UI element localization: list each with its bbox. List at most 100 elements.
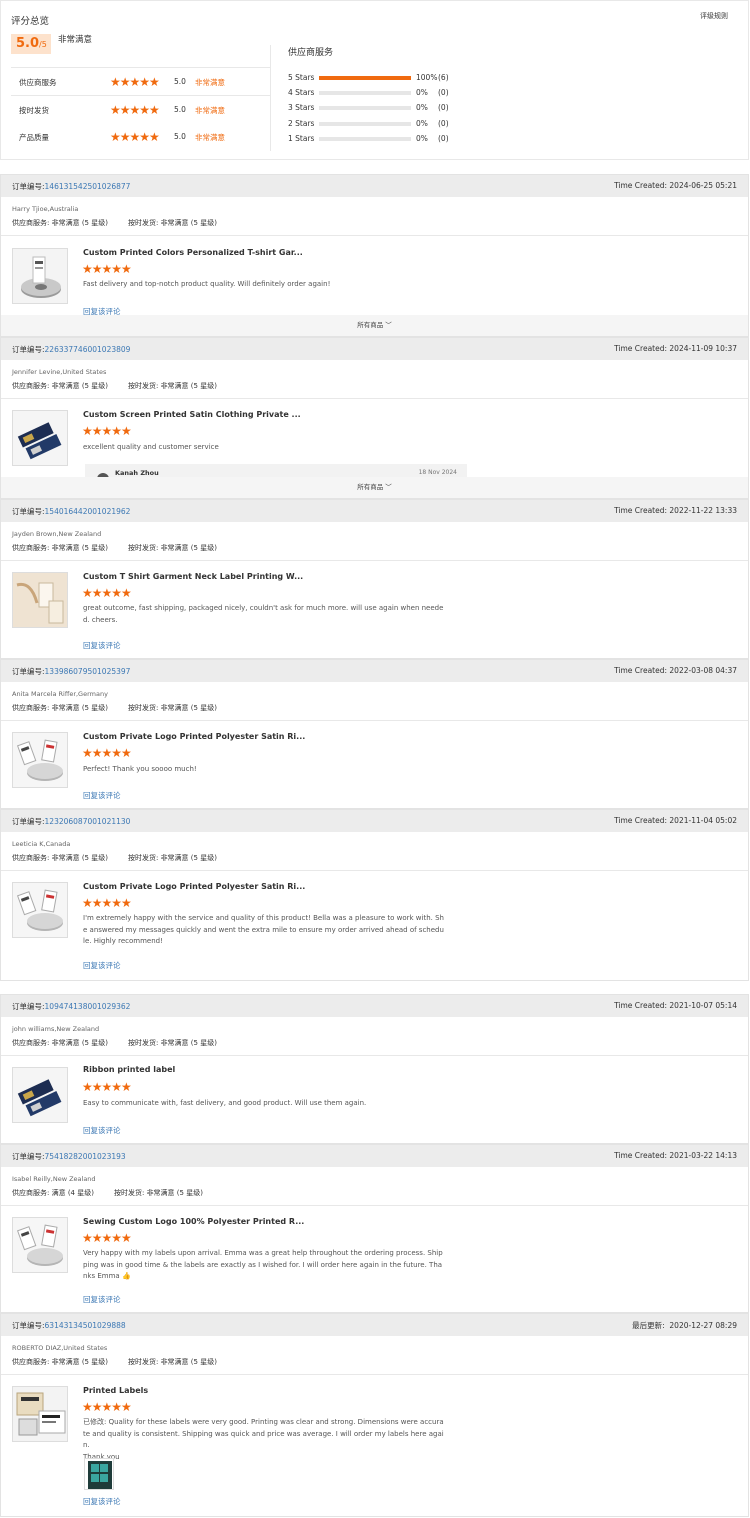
order-number-label: 订单编号:	[12, 1002, 45, 1011]
rating-rules-link[interactable]: 评级规则	[700, 11, 728, 21]
distribution-percent: 0%	[416, 134, 428, 143]
product-title[interactable]: Sewing Custom Logo 100% Polyester Printe…	[83, 1217, 304, 1226]
distribution-count: (0)	[438, 88, 449, 97]
supplier-service-value: 非常满意	[51, 1358, 80, 1366]
order-number-link[interactable]: 109474138001029362	[45, 1002, 131, 1011]
review-card: 订单编号:133986079501025397 Time Created: 20…	[0, 659, 749, 809]
order-number: 订单编号:133986079501025397	[12, 666, 130, 677]
review-stars-icon: ★★★★★	[82, 1231, 132, 1245]
review-text: Fast delivery and top-notch product qual…	[83, 280, 331, 288]
review-time: Time Created: 2024-06-25 05:21	[614, 181, 737, 190]
reviewer-name: Harry Tjioe,Australia	[12, 205, 79, 213]
overall-score-unit: /5	[39, 40, 47, 49]
time-value: 2024-06-25 05:21	[669, 181, 737, 190]
review-stars-icon: ★★★★★	[82, 896, 132, 910]
review-stars-icon: ★★★★★	[82, 424, 132, 438]
review-time: Time Created: 2024-11-09 10:37	[614, 344, 737, 353]
review-header: 订单编号:63143134501029888 最后更新: 2020-12-27 …	[1, 1314, 748, 1336]
review-card: 订单编号:146131542501026877 Time Created: 20…	[0, 174, 749, 337]
product-thumbnail[interactable]	[12, 1067, 68, 1123]
order-number-label: 订单编号:	[12, 507, 45, 516]
order-number-link[interactable]: 226337746001023809	[45, 345, 131, 354]
supplier-service-value: 非常满意	[51, 854, 80, 862]
review-time: Time Created: 2021-11-04 05:02	[614, 816, 737, 825]
supplier-service-label: 供应商服务:	[12, 854, 50, 862]
review-photo[interactable]	[84, 1458, 114, 1490]
reply-link[interactable]: 回复该评论	[83, 1294, 121, 1305]
on-time-level: (5 星级)	[176, 1189, 203, 1197]
order-number-link[interactable]: 133986079501025397	[45, 667, 131, 676]
supplier-service-level: (5 星级)	[81, 219, 108, 227]
supplier-service-label: 供应商服务:	[12, 382, 50, 390]
product-thumbnail[interactable]	[12, 410, 68, 466]
on-time-label: 按时发货:	[113, 1189, 145, 1197]
reviewer-name: Anita Marcela Riffer,Germany	[12, 690, 108, 698]
review-card: 订单编号:123206087001021130 Time Created: 20…	[0, 809, 749, 981]
review-stars-icon: ★★★★★	[82, 586, 132, 600]
distribution-percent: 0%	[416, 103, 428, 112]
supplier-service-value: 非常满意	[51, 1039, 80, 1047]
all-products-toggle[interactable]: 所有商品 ﹀	[1, 477, 748, 498]
review-stars-icon: ★★★★★	[82, 262, 132, 276]
rating-text: 非常满意	[195, 133, 225, 142]
order-number: 订单编号:123206087001021130	[12, 816, 130, 827]
overall-score: 5.0	[16, 36, 40, 51]
on-time-level: (5 星级)	[190, 854, 217, 862]
review-header: 订单编号:154016442001021962 Time Created: 20…	[1, 500, 748, 522]
review-time: Time Created: 2022-11-22 13:33	[614, 506, 737, 515]
product-title[interactable]: Custom Private Logo Printed Polyester Sa…	[83, 882, 305, 891]
supplier-service-label: 供应商服务:	[12, 704, 50, 712]
order-number-label: 订单编号:	[12, 667, 45, 676]
star-level-label: 5 Stars	[288, 73, 315, 82]
product-title[interactable]: Custom Screen Printed Satin Clothing Pri…	[83, 410, 301, 419]
reply-link[interactable]: 回复该评论	[83, 790, 121, 801]
star-distribution-row: 2 Stars 0% (0)	[288, 117, 488, 131]
reply-link[interactable]: 回复该评论	[83, 960, 121, 971]
on-time-level: (5 星级)	[190, 219, 217, 227]
product-thumbnail[interactable]	[12, 732, 68, 788]
product-thumbnail[interactable]	[12, 882, 68, 938]
supplier-service-label: 供应商服务:	[12, 219, 50, 227]
product-thumbnail[interactable]	[12, 1217, 68, 1273]
distribution-count: (0)	[438, 119, 449, 128]
reply-link[interactable]: 回复该评论	[83, 1496, 121, 1507]
order-number-label: 订单编号:	[12, 817, 45, 826]
product-thumbnail[interactable]	[12, 1386, 68, 1442]
all-products-label: 所有商品	[357, 321, 384, 329]
product-title[interactable]: Custom T Shirt Garment Neck Label Printi…	[83, 572, 303, 581]
review-time: Time Created: 2021-03-22 14:13	[614, 1151, 737, 1160]
review-card: 订单编号:75418282001023193 Time Created: 202…	[0, 1144, 749, 1313]
product-thumbnail[interactable]	[12, 572, 68, 628]
on-time-label: 按时发货:	[127, 704, 159, 712]
product-title[interactable]: Printed Labels	[83, 1386, 148, 1395]
product-title[interactable]: Custom Printed Colors Personalized T-shi…	[83, 248, 303, 257]
on-time-label: 按时发货:	[127, 1039, 159, 1047]
order-number-link[interactable]: 154016442001021962	[45, 507, 131, 516]
review-card: 订单编号:154016442001021962 Time Created: 20…	[0, 499, 749, 659]
rating-text: 非常满意	[195, 78, 225, 87]
distribution-bar	[319, 137, 411, 141]
reviewer-name: Leeticia K,Canada	[12, 840, 71, 848]
time-label: Time Created:	[614, 344, 668, 353]
order-number-link[interactable]: 123206087001021130	[45, 817, 131, 826]
reply-link[interactable]: 回复该评论	[83, 640, 121, 651]
time-label: Time Created:	[614, 666, 668, 675]
review-time: Time Created: 2021-10-07 05:14	[614, 1001, 737, 1010]
supplier-service-value: 非常满意	[51, 219, 80, 227]
reply-author: Kanah Zhou	[115, 469, 159, 477]
rating-row-quality: 产品质量 ★★★★★ 5.0 非常满意	[11, 123, 270, 151]
reviewer-name: john williams,New Zealand	[12, 1025, 100, 1033]
review-header: 订单编号:146131542501026877 Time Created: 20…	[1, 175, 748, 197]
review-stars-icon: ★★★★★	[82, 1400, 132, 1414]
all-products-toggle[interactable]: 所有商品 ﹀	[1, 315, 748, 336]
product-title[interactable]: Ribbon printed label	[83, 1065, 175, 1074]
order-number-link[interactable]: 63143134501029888	[45, 1321, 126, 1330]
order-number-link[interactable]: 75418282001023193	[45, 1152, 126, 1161]
rating-stars-icon: ★★★★★	[110, 130, 160, 144]
reply-link[interactable]: 回复该评论	[83, 1125, 121, 1136]
on-time-level: (5 星级)	[190, 704, 217, 712]
order-number-link[interactable]: 146131542501026877	[45, 182, 131, 191]
rating-overview: 评分总览 评级规则 5.0/5 非常满意 供应商服务 ★★★★★ 5.0 非常满…	[0, 0, 749, 160]
product-title[interactable]: Custom Private Logo Printed Polyester Sa…	[83, 732, 305, 741]
product-thumbnail[interactable]	[12, 248, 68, 304]
